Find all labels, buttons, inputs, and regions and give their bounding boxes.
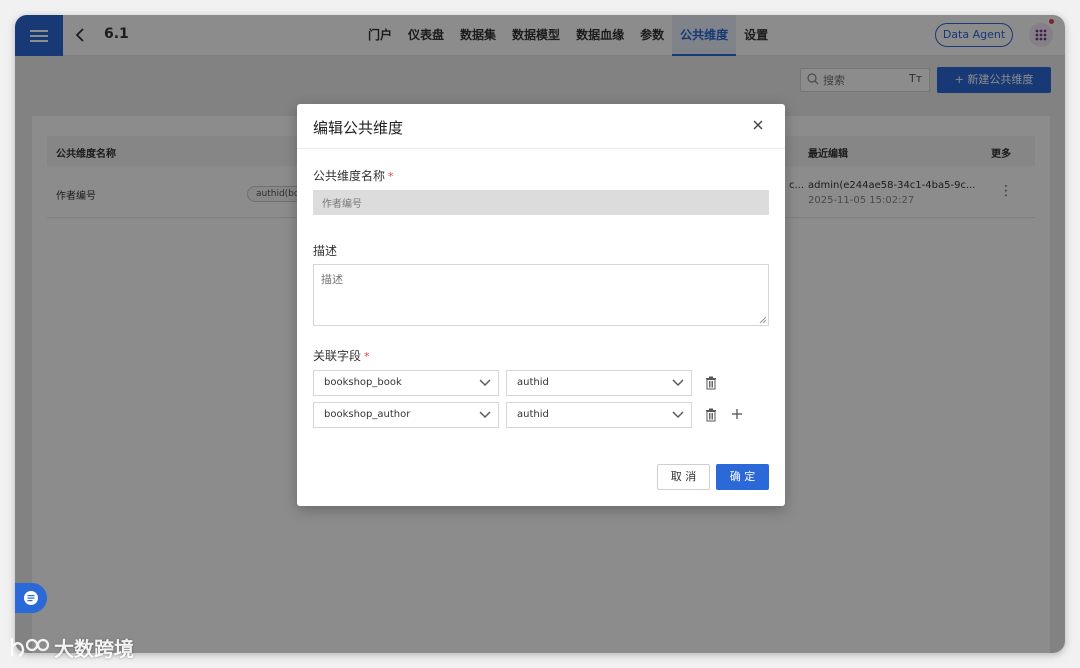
floating-helper-button[interactable]	[15, 583, 47, 613]
column-select[interactable]: authid	[506, 402, 692, 428]
fields-label-text: 关联字段	[313, 349, 362, 363]
plus-icon	[732, 409, 742, 419]
chevron-down-icon	[479, 411, 491, 418]
close-button[interactable]	[753, 115, 763, 135]
column-select-value: authid	[517, 377, 549, 388]
table-select[interactable]: bookshop_book	[313, 370, 499, 396]
name-label-text: 公共维度名称	[313, 169, 386, 183]
watermark-text: 大数跨境	[54, 636, 134, 661]
desc-label: 描述	[313, 244, 338, 258]
app-window: 6.1 门户 仪表盘 数据集 数据模型 数据血缘 参数 公共维度 设置 Data…	[15, 15, 1065, 653]
list-icon	[24, 591, 38, 605]
add-field-button[interactable]	[731, 407, 743, 423]
edit-dimension-modal: 编辑公共维度 公共维度名称* 描述 关联字段* bookshop_book	[297, 104, 785, 506]
table-select-value: bookshop_author	[324, 409, 411, 420]
table-select-value: bookshop_book	[324, 377, 402, 388]
cancel-button[interactable]: 取 消	[657, 464, 710, 490]
required-mark: *	[364, 350, 370, 363]
column-select[interactable]: authid	[506, 370, 692, 396]
name-field[interactable]	[313, 190, 769, 215]
watermark: 大数跨境	[8, 632, 134, 662]
fields-label: 关联字段 *	[313, 347, 370, 364]
description-field[interactable]	[313, 264, 769, 326]
chevron-down-icon	[479, 379, 491, 386]
close-icon	[753, 120, 763, 130]
modal-header: 编辑公共维度	[297, 104, 785, 149]
confirm-button[interactable]: 确 定	[716, 464, 769, 490]
column-select-value: authid	[517, 409, 549, 420]
chevron-down-icon	[672, 411, 684, 418]
modal-title: 编辑公共维度	[313, 119, 404, 137]
name-label: 公共维度名称 *	[313, 167, 394, 184]
trash-icon[interactable]	[705, 408, 717, 422]
watermark-logo-icon	[10, 638, 50, 657]
resize-handle-icon[interactable]	[759, 316, 767, 324]
chevron-down-icon	[672, 379, 684, 386]
table-select[interactable]: bookshop_author	[313, 402, 499, 428]
trash-icon[interactable]	[705, 376, 717, 390]
required-mark: *	[388, 170, 394, 183]
